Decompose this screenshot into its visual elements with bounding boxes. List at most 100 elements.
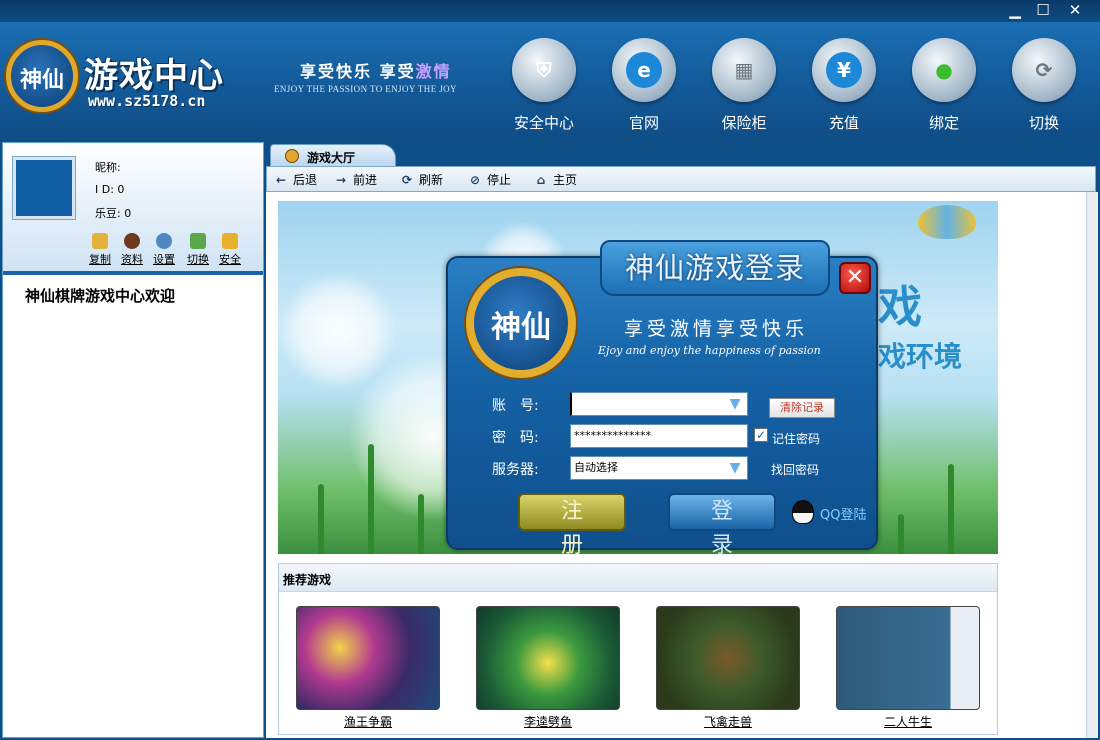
profile-button[interactable]: 资料: [117, 233, 147, 267]
account-input[interactable]: ▼: [570, 392, 748, 416]
nav-label: 切换: [1028, 114, 1059, 132]
minimize-button[interactable]: ▁: [1000, 0, 1030, 22]
user-card: 昵称: I D: 0 乐豆: 0 复制 资料 设置 切换 安全: [3, 143, 263, 271]
beans-label: 乐豆: 0: [95, 207, 132, 220]
switch-user-button[interactable]: 切换: [183, 233, 213, 267]
remember-password-label: 记住密码: [772, 432, 821, 446]
dialog-logo-badge: 神仙: [466, 268, 576, 378]
banner-text: 戏: [878, 282, 922, 333]
recommended-header: 推荐游戏: [279, 564, 997, 592]
remember-password-checkbox[interactable]: ✓: [754, 428, 768, 442]
game-thumbnail[interactable]: [656, 606, 800, 710]
wechat-icon: ●: [935, 58, 953, 82]
nav-safe[interactable]: ▦ 保险柜: [704, 38, 784, 138]
game-thumbnail[interactable]: [476, 606, 620, 710]
login-slogan-en: Ejoy and enjoy the happiness of passion: [598, 344, 821, 357]
nav-label: 安全中心: [513, 114, 574, 132]
stop-icon: ⊘: [469, 173, 481, 187]
game-name[interactable]: 渔王争霸: [296, 713, 440, 730]
banner-subtext: 戏环境: [878, 340, 963, 373]
find-password-link[interactable]: 找回密码: [771, 461, 819, 478]
refresh-icon: ⟳: [401, 173, 413, 187]
game-thumbnail[interactable]: [296, 606, 440, 710]
copy-icon: [92, 233, 108, 249]
nav-recharge[interactable]: ¥ 充值: [804, 38, 884, 138]
nav-label: 保险柜: [721, 114, 767, 132]
header: 神仙 游戏中心 www.sz5178.cn 享受快乐 享受激情 ENJOY TH…: [0, 22, 1100, 138]
header-slogan: 享受快乐 享受激情: [300, 58, 452, 82]
security-button[interactable]: 安全: [215, 233, 245, 267]
game-name[interactable]: 飞禽走兽: [656, 713, 800, 730]
qq-penguin-icon: [792, 500, 814, 524]
settings-button[interactable]: 设置: [149, 233, 179, 267]
welcome-text: 神仙棋牌游戏中心欢迎: [25, 287, 176, 305]
chevron-down-icon[interactable]: ▼: [725, 460, 745, 476]
safe-icon: ▦: [734, 58, 754, 82]
logo-title: 游戏中心: [84, 56, 224, 96]
header-slogan-highlight: 激情: [415, 62, 452, 81]
shield-icon: ⛨: [536, 58, 552, 82]
app-window: ▁ ☐ ✕ 神仙 游戏中心 www.sz5178.cn 享受快乐 享受激情 EN…: [0, 0, 1100, 740]
nickname-label: 昵称:: [95, 161, 121, 174]
password-input[interactable]: **************: [570, 424, 748, 448]
nav-label: 官网: [628, 114, 659, 132]
switch-user-icon: [190, 233, 206, 249]
nav-bind[interactable]: ● 绑定: [904, 38, 984, 138]
clear-history-button[interactable]: 清除记录: [769, 398, 835, 418]
copy-button[interactable]: 复制: [85, 233, 115, 267]
avatar[interactable]: [12, 156, 76, 220]
dialog-badge-text: 神仙: [491, 310, 551, 345]
divider: [3, 271, 263, 275]
qq-login-label: QQ登陆: [820, 508, 867, 523]
nav-switch[interactable]: ⟳ 切换: [1004, 38, 1084, 138]
logo-badge: 神仙: [6, 40, 78, 112]
balloon-decoration: [918, 205, 976, 239]
close-window-button[interactable]: ✕: [1060, 0, 1090, 22]
game-hall-icon: [285, 149, 299, 163]
gear-icon: [156, 233, 172, 249]
chevron-down-icon[interactable]: ▼: [725, 396, 745, 412]
back-button[interactable]: ← 后退: [273, 171, 317, 188]
game-thumbnail[interactable]: [836, 606, 980, 710]
nav-label: 绑定: [928, 114, 959, 132]
logo-url: www.sz5178.cn: [88, 92, 206, 110]
nav-security-center[interactable]: ⛨ 安全中心: [504, 38, 584, 138]
forward-button[interactable]: → 前进: [333, 171, 377, 188]
nav-label: 充值: [828, 114, 859, 132]
nav-official-site[interactable]: e 官网: [604, 38, 684, 138]
login-title: 神仙游戏登录: [600, 240, 830, 296]
stop-button[interactable]: ⊘ 停止: [467, 171, 511, 188]
tab-label: 游戏大厅: [307, 151, 356, 165]
yen-icon: ¥: [826, 52, 862, 88]
switch-icon: ⟳: [1035, 58, 1053, 82]
home-icon: ⌂: [536, 173, 546, 187]
home-button[interactable]: ⌂ 主页: [533, 171, 577, 188]
game-name[interactable]: 二人牛生: [836, 713, 980, 730]
title-bar: ▁ ☐ ✕: [0, 0, 1100, 22]
left-panel: 昵称: I D: 0 乐豆: 0 复制 资料 设置 切换 安全 神仙棋牌游戏中心…: [2, 142, 264, 738]
arrow-right-icon: →: [335, 173, 347, 187]
scrollbar[interactable]: [1086, 192, 1098, 738]
browser-toolbar: ← 后退 → 前进 ⟳ 刷新 ⊘ 停止 ⌂ 主页: [266, 166, 1096, 192]
register-button[interactable]: 注册: [518, 493, 626, 558]
server-label: 服务器:: [492, 462, 539, 478]
login-slogan: 享受激情享受快乐: [624, 318, 809, 340]
login-button[interactable]: 登录: [668, 493, 776, 558]
browser-icon: e: [626, 52, 662, 88]
game-name[interactable]: 李逵劈鱼: [476, 713, 620, 730]
tab-strip: 游戏大厅: [266, 142, 1096, 166]
maximize-button[interactable]: ☐: [1028, 0, 1058, 22]
server-select[interactable]: 自动选择 ▼: [570, 456, 748, 480]
logo-badge-text: 神仙: [19, 67, 64, 93]
refresh-button[interactable]: ⟳ 刷新: [399, 171, 443, 188]
tab-game-hall[interactable]: 游戏大厅: [270, 144, 396, 166]
user-id-label: I D: 0: [95, 183, 125, 196]
header-slogan-main: 享受快乐 享受: [300, 62, 416, 81]
profile-icon: [124, 233, 140, 249]
header-slogan-en: ENJOY THE PASSION TO ENJOY THE JOY: [274, 84, 457, 94]
arrow-left-icon: ←: [275, 173, 287, 187]
lock-icon: [222, 233, 238, 249]
recommended-games-panel: 推荐游戏 渔王争霸 李逵劈鱼 飞禽走兽 二人牛生: [278, 563, 998, 735]
close-icon[interactable]: ✕: [839, 262, 871, 294]
recommended-title: 推荐游戏: [283, 573, 332, 587]
